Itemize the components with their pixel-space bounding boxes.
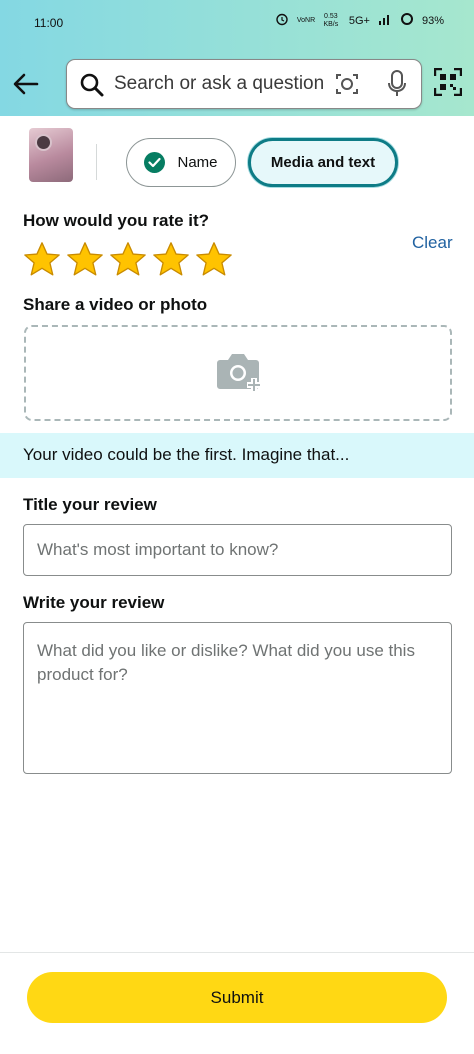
vertical-divider — [96, 144, 97, 180]
media-heading: Share a video or photo — [23, 295, 208, 314]
title-heading: Title your review — [23, 495, 157, 514]
media-upload-area[interactable] — [24, 325, 452, 421]
status-speed: 0.53 KB/s — [323, 12, 339, 28]
mic-icon[interactable] — [387, 70, 407, 98]
status-network: 5G+ — [348, 14, 370, 27]
camera-lens-icon[interactable] — [335, 72, 359, 96]
back-button[interactable] — [8, 66, 44, 102]
step-name-button[interactable]: Name — [126, 138, 236, 187]
star-icon[interactable] — [65, 240, 105, 278]
star-icon[interactable] — [151, 240, 191, 278]
add-photo-icon — [217, 354, 261, 392]
checkmark-icon — [144, 152, 166, 173]
battery-ring-icon — [400, 12, 414, 29]
search-bar[interactable]: Search or ask a question — [66, 59, 422, 109]
header-bar: 11:00 VoNR 0.53 KB/s 5G+ 93% Search or a… — [0, 0, 474, 116]
product-thumbnail — [29, 128, 73, 182]
star-icon[interactable] — [22, 240, 62, 278]
star-icon[interactable] — [194, 240, 234, 278]
signal-icon — [378, 13, 392, 28]
status-time: 11:00 — [34, 16, 64, 30]
review-title-field[interactable] — [23, 524, 452, 576]
status-bar: 11:00 VoNR 0.53 KB/s 5G+ 93% — [0, 0, 474, 44]
qr-scan-icon[interactable] — [434, 68, 462, 96]
review-body-input[interactable] — [24, 623, 451, 773]
review-title-input[interactable] — [24, 525, 451, 575]
write-review-heading: Write your review — [23, 593, 165, 612]
status-net-small: VoNR — [296, 16, 316, 24]
status-battery: 93% — [421, 14, 444, 27]
submit-button[interactable]: Submit — [27, 972, 447, 1023]
back-arrow-icon — [13, 73, 39, 95]
step-media-label: Media and text — [270, 154, 376, 171]
status-icons: VoNR 0.53 KB/s 5G+ 93% — [275, 12, 444, 29]
footer-divider — [0, 952, 474, 953]
clear-rating-link[interactable]: Clear — [412, 233, 453, 253]
alarm-icon — [275, 12, 289, 29]
review-body-field[interactable] — [23, 622, 452, 774]
banner-text: Your video could be the first. Imagine t… — [23, 445, 350, 464]
search-input[interactable]: Search or ask a question — [114, 73, 324, 95]
step-name-label: Name — [177, 154, 218, 171]
first-video-banner: Your video could be the first. Imagine t… — [0, 433, 474, 478]
search-icon — [80, 73, 104, 97]
star-icon[interactable] — [108, 240, 148, 278]
rating-heading: How would you rate it? — [23, 211, 210, 230]
star-rating[interactable] — [22, 240, 234, 278]
phone-camera-lens — [35, 134, 52, 151]
step-media-button[interactable]: Media and text — [248, 138, 398, 187]
